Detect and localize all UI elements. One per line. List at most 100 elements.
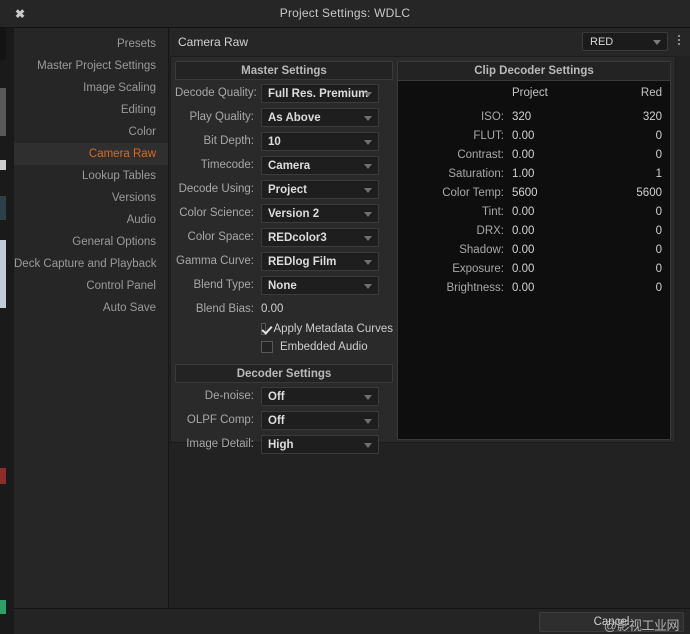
olpf-comp-row: OLPF Comp: Off [175,409,393,431]
de-noise-row: De-noise: Off [175,385,393,407]
blend-bias-value[interactable]: 0.00 [261,303,283,315]
play-quality-select[interactable]: As Above [261,107,379,127]
checkbox-embedded-audio[interactable]: Embedded Audio [261,339,393,355]
sidebar-item-camera-raw[interactable]: Camera Raw [14,143,168,165]
sidebar-item-general-options[interactable]: General Options [14,231,168,253]
clip-exposure-label: Exposure: [452,262,504,275]
chevron-down-icon [364,418,372,424]
de-noise-select[interactable]: Off [261,386,379,406]
checkbox-empty-icon[interactable] [261,341,273,353]
clip-exposure-project-value[interactable]: 0.00 [510,263,596,275]
blend-type-value: None [268,279,297,292]
image-detail-select[interactable]: High [261,434,379,454]
decode-quality-label: Decode Quality: [175,87,257,99]
clip-drx-project-value[interactable]: 0.00 [510,225,596,237]
decode-using-row: Decode Using: Project [175,178,393,200]
sidebar-item-audio[interactable]: Audio [14,209,168,231]
color-space-row: Color Space: REDcolor3 [175,226,393,248]
timecode-select[interactable]: Camera [261,155,379,175]
background-bleed-strip [0,0,14,634]
clip-flut-red-value: 0 [655,129,662,142]
column-header-red: Red [640,87,662,99]
clip-exposure-red-value: 0 [655,262,662,275]
clip-iso-project-value[interactable]: 320 [510,111,596,123]
sidebar-item-presets[interactable]: Presets [14,33,168,55]
color-science-select[interactable]: Version 2 [261,203,379,223]
title-bar: ✖ Project Settings: WDLC [0,0,690,28]
options-menu-icon[interactable] [674,33,684,51]
bit-depth-value: 10 [268,135,281,148]
project-settings-dialog: ✖ Project Settings: WDLC Presets Master P… [0,0,690,634]
bit-depth-row: Bit Depth: 10 [175,130,393,152]
clip-color-temp-project-value[interactable]: 5600 [510,187,596,199]
play-quality-value: As Above [268,111,321,124]
gamma-curve-select[interactable]: REDlog Film [261,251,379,271]
decode-quality-select[interactable]: Full Res. Premium [261,83,379,103]
clip-tint-project-value[interactable]: 0.00 [510,206,596,218]
clip-flut-label: FLUT: [473,129,504,142]
clip-contrast-label: Contrast: [457,148,504,161]
image-detail-row: Image Detail: High [175,433,393,455]
clip-row-brightness: Brightness: 0.00 0 [398,278,670,297]
clip-flut-project-value[interactable]: 0.00 [510,130,596,142]
check-icon[interactable] [261,323,267,335]
checkbox-apply-metadata-curves[interactable]: Apply Metadata Curves [261,321,393,337]
sidebar-item-editing[interactable]: Editing [14,99,168,121]
decoder-settings-title: Decoder Settings [175,364,393,383]
clip-brightness-project-value[interactable]: 0.00 [510,282,596,294]
clip-iso-red-value: 320 [642,110,662,123]
column-header-project: Project [512,87,548,99]
sidebar-item-color[interactable]: Color [14,121,168,143]
sidebar-item-auto-save[interactable]: Auto Save [14,297,168,319]
sidebar-item-deck-capture-and-playback[interactable]: Deck Capture and Playback [14,253,168,275]
chevron-down-icon [364,139,372,145]
clip-row-drx: DRX: 0.00 0 [398,221,670,240]
clip-shadow-project-value[interactable]: 0.00 [510,244,596,256]
sidebar-item-control-panel[interactable]: Control Panel [14,275,168,297]
de-noise-label: De-noise: [204,390,254,402]
clip-contrast-project-value[interactable]: 0.00 [510,149,596,161]
clip-saturation-red-value: 1 [655,167,662,180]
clip-shadow-red-value: 0 [655,243,662,256]
color-space-select[interactable]: REDcolor3 [261,227,379,247]
clip-color-temp-label: Color Temp: [442,186,504,199]
clip-drx-label: DRX: [476,224,504,237]
olpf-comp-select[interactable]: Off [261,410,379,430]
clip-row-exposure: Exposure: 0.00 0 [398,259,670,278]
timecode-value: Camera [268,159,311,172]
cancel-button[interactable]: Cancel @影视工业网 [539,612,684,633]
clip-color-temp-red-value: 5600 [636,186,662,199]
clip-shadow-label: Shadow: [459,243,504,256]
chevron-down-icon [364,115,372,121]
gamma-curve-label: Gamma Curve: [176,255,254,267]
sidebar-item-image-scaling[interactable]: Image Scaling [14,77,168,99]
blend-type-select[interactable]: None [261,275,379,295]
color-science-value: Version 2 [268,207,320,220]
de-noise-value: Off [268,390,285,403]
settings-sidebar: Presets Master Project Settings Image Scal… [14,28,169,608]
clip-saturation-label: Saturation: [448,167,504,180]
camera-type-select[interactable]: RED [582,32,668,51]
clip-saturation-project-value[interactable]: 1.00 [510,168,596,180]
sidebar-item-versions[interactable]: Versions [14,187,168,209]
content-header: Camera Raw RED [170,28,690,56]
sidebar-item-master-project-settings[interactable]: Master Project Settings [14,55,168,77]
chevron-down-icon [364,235,372,241]
chevron-down-icon [364,187,372,193]
decode-using-label: Decode Using: [178,183,254,195]
sidebar-item-lookup-tables[interactable]: Lookup Tables [14,165,168,187]
chevron-down-icon [364,442,372,448]
window-title: Project Settings: WDLC [279,6,411,20]
decode-using-select[interactable]: Project [261,179,379,199]
chevron-down-icon [364,163,372,169]
clip-decoder-settings-panel: Clip Decoder Settings Project Red ISO: 32… [397,61,671,440]
chevron-down-icon [364,211,372,217]
color-science-row: Color Science: Version 2 [175,202,393,224]
camera-type-value: RED [590,36,614,48]
checkbox-embedded-audio-label: Embedded Audio [280,341,368,353]
blend-bias-label: Blend Bias: [195,303,254,315]
chevron-down-icon [364,259,372,265]
clip-row-shadow: Shadow: 0.00 0 [398,240,670,259]
bit-depth-select[interactable]: 10 [261,131,379,151]
gamma-curve-row: Gamma Curve: REDlog Film [175,250,393,272]
